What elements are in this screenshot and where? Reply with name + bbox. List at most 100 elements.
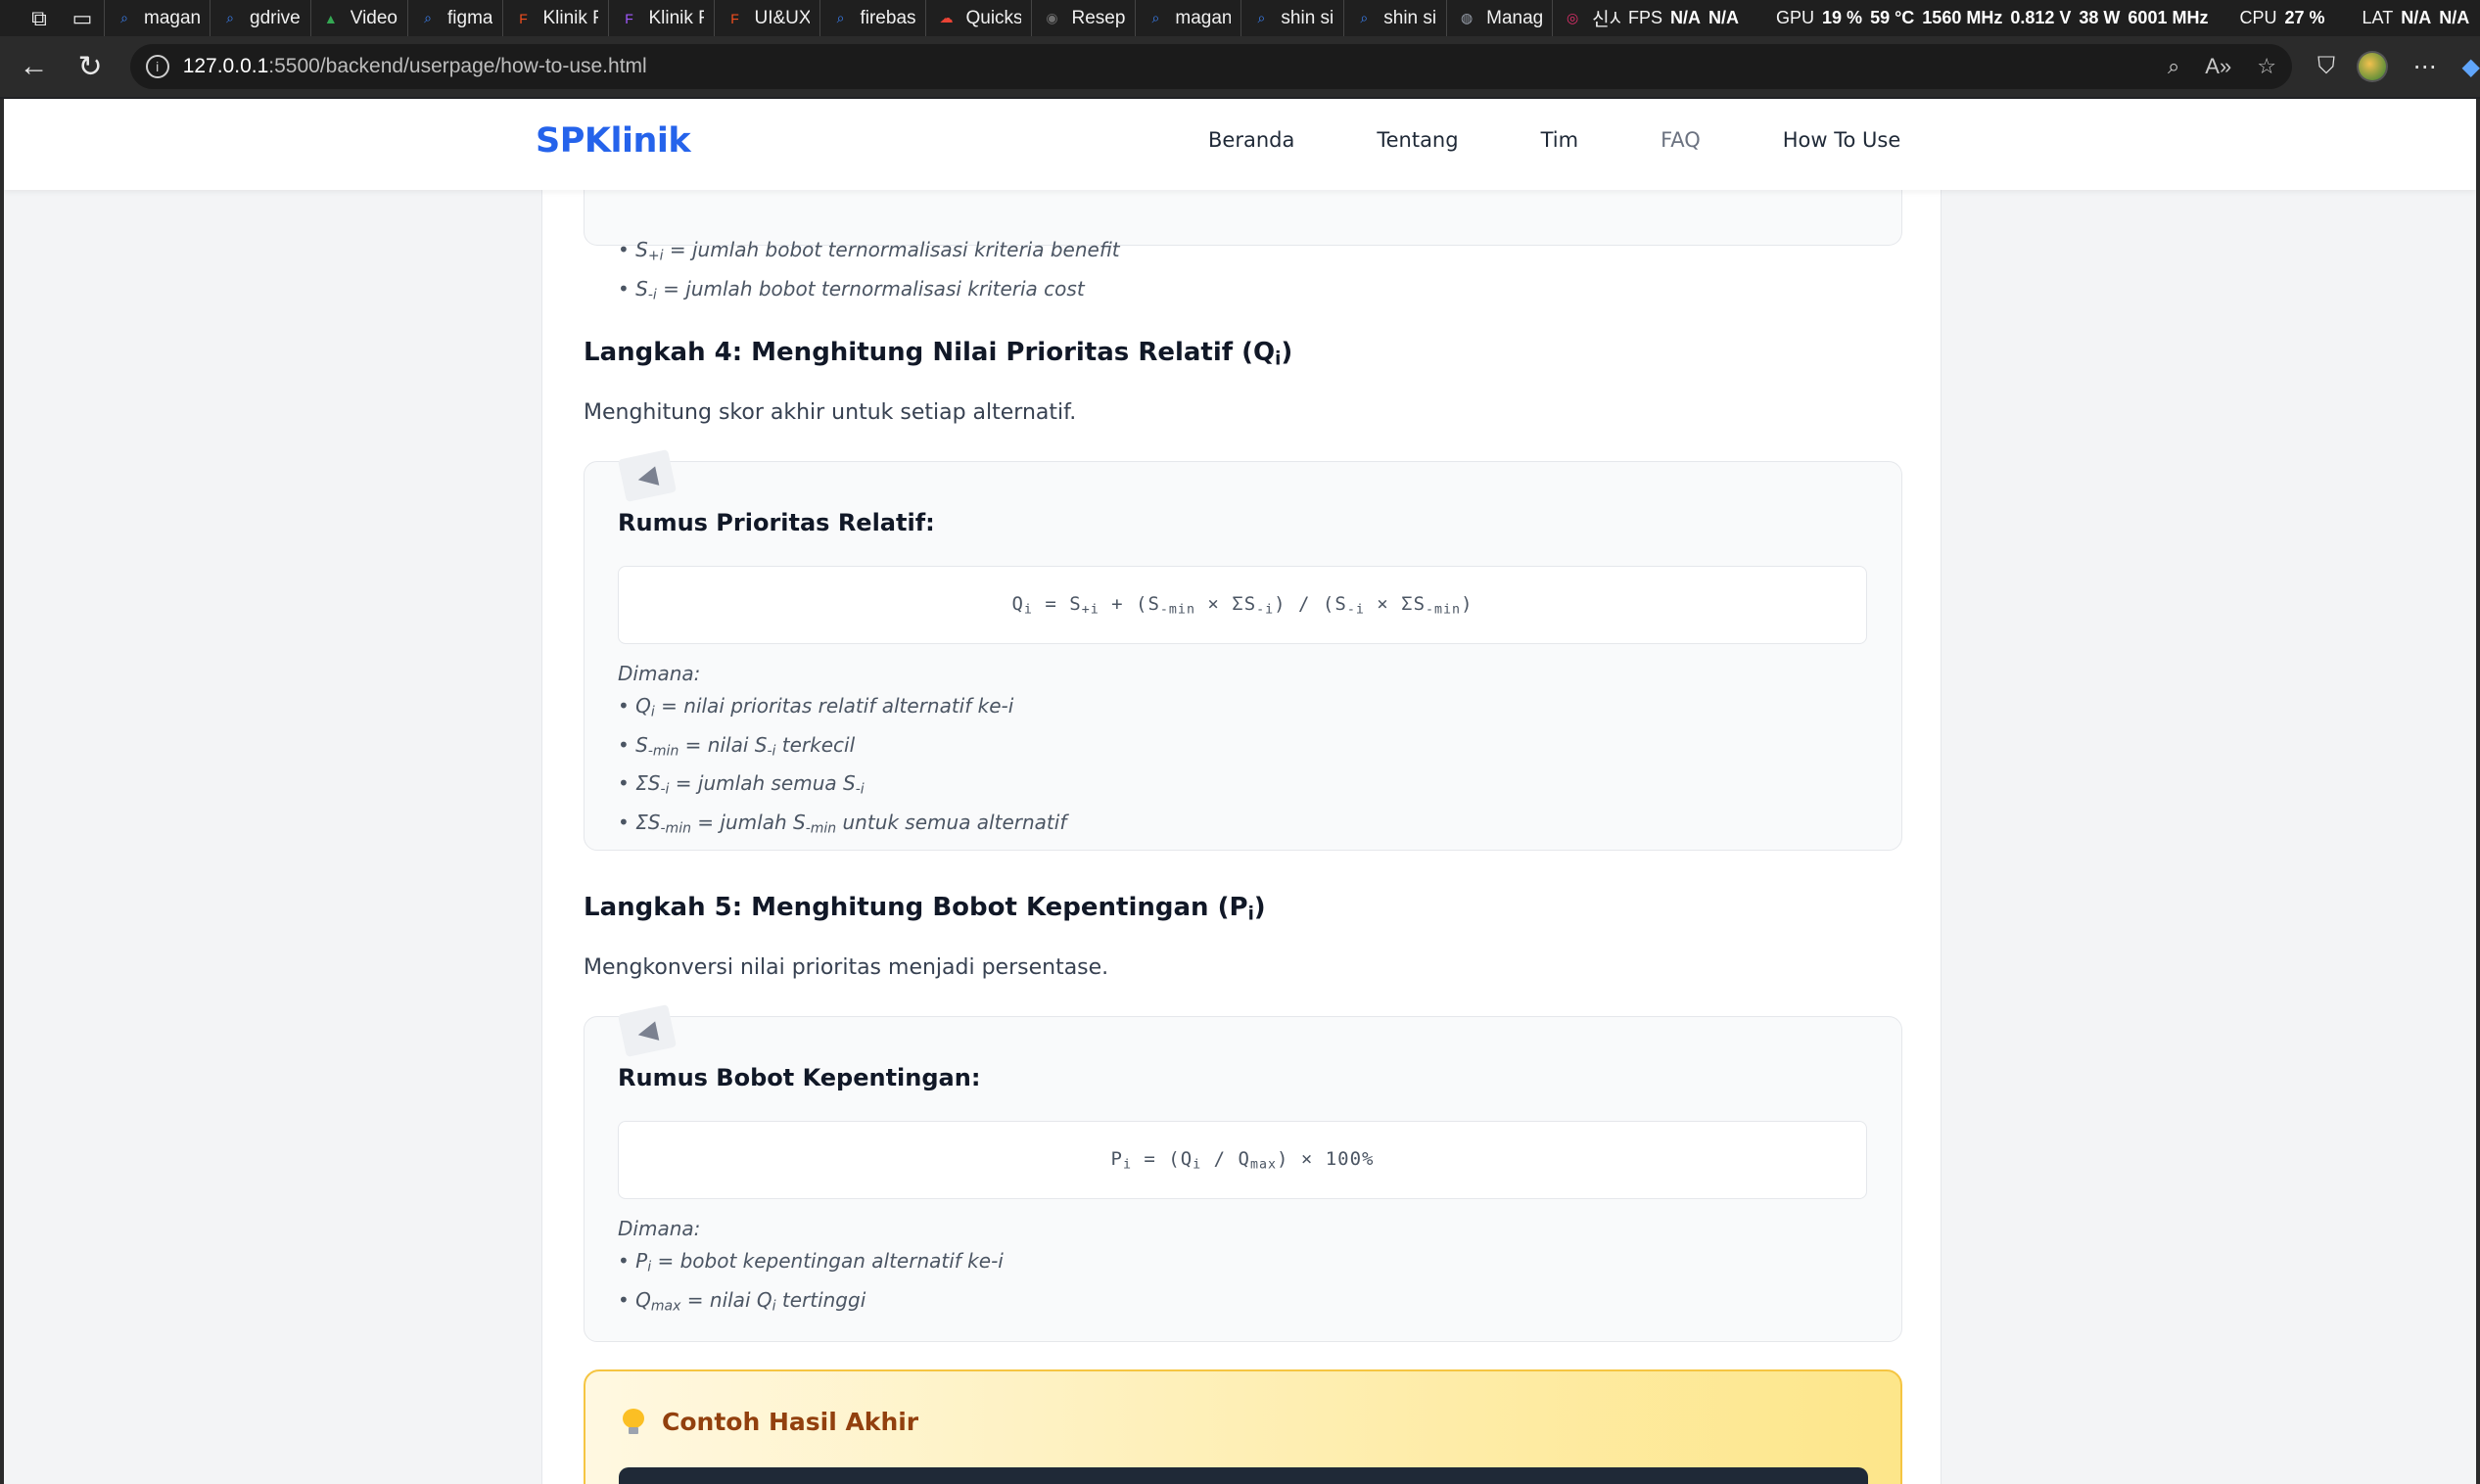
gpu-load: 19 % — [1822, 8, 1863, 27]
example-title-text: Contoh Hasil Akhir — [662, 1408, 919, 1436]
where-qi: • Qi = nilai prioritas relatif alternati… — [618, 694, 1014, 720]
step5-where-list: Dimana: • Pi = bobot kepentingan alterna… — [618, 1213, 1004, 1322]
reload-icon[interactable]: ↻ — [68, 44, 112, 89]
browser-tab[interactable]: F UI&UX — [714, 0, 819, 36]
fps-overlay: FPS N/A N/A GPU 19 % 59 °C 1560 MHz 0.81… — [1620, 0, 2478, 36]
lightbulb-icon — [623, 1408, 644, 1436]
figma-icon: F — [625, 10, 633, 26]
example-table-header — [619, 1467, 1868, 1484]
cpu-label: CPU — [2239, 8, 2277, 27]
workspaces-icon[interactable]: ⧉ — [18, 0, 61, 36]
profile-avatar[interactable] — [2356, 51, 2388, 82]
lat-value-2: N/A — [2439, 8, 2470, 27]
search-icon: ⌕ — [1257, 10, 1266, 25]
vertical-tabs-icon[interactable]: ▭ — [61, 0, 104, 36]
instagram-icon: ◎ — [1567, 10, 1579, 25]
window-border-right — [2476, 99, 2480, 1484]
browser-tab[interactable]: ⌕ shin si — [1240, 0, 1343, 36]
where-qmax: • Qmax = nilai Qi tertinggi — [618, 1287, 866, 1315]
figma-icon: F — [730, 10, 739, 26]
var-s-minus: • S-i = jumlah bobot ternormalisasi krit… — [618, 276, 1085, 303]
globe-icon: ◍ — [1461, 10, 1474, 25]
nav-faq[interactable]: FAQ — [1661, 128, 1701, 152]
cpu-load: 27 % — [2284, 8, 2325, 27]
back-icon[interactable]: ← — [12, 44, 56, 89]
browser-tab-label: Klinik F — [648, 7, 705, 28]
browser-tab[interactable]: ⌕ gdrive — [210, 0, 310, 36]
browser-tab-label: Klinik F — [542, 7, 599, 28]
browser-tab-label: magan — [144, 7, 200, 28]
github-icon: ◉ — [1046, 10, 1058, 25]
url-host: 127.0.0.1 — [182, 55, 269, 77]
copilot-icon[interactable]: ◆ — [2462, 53, 2480, 81]
search-icon: ⌕ — [1151, 10, 1160, 25]
search-icon: ⌕ — [226, 10, 234, 25]
formula-flag-icon: ◀ — [617, 449, 678, 502]
brand-logo[interactable]: SPKlinik — [536, 121, 691, 161]
search-icon: ⌕ — [836, 10, 845, 25]
gpu-voltage: 0.812 V — [2010, 8, 2072, 27]
fps-label: FPS — [1628, 8, 1663, 27]
step5-formula-card: ◀ Rumus Bobot Kepentingan: Pi = (Qi / Qm… — [584, 1004, 1902, 1342]
browser-tab[interactable]: ▲ Video — [309, 0, 407, 36]
favorite-star-icon[interactable]: ☆ — [2257, 54, 2276, 79]
step5-title: Langkah 5: Menghitung Bobot Kepentingan … — [584, 893, 1266, 925]
gpu-clock: 1560 MHz — [1922, 8, 2003, 27]
browser-tab-label: Video — [350, 7, 398, 28]
search-icon: ⌕ — [120, 10, 128, 25]
zoom-icon[interactable]: ⌕ — [2168, 54, 2179, 79]
page-viewport[interactable]: • S+i = jumlah bobot ternormalisasi krit… — [4, 99, 2476, 1484]
browser-tab[interactable]: ⌕ figma — [407, 0, 502, 36]
browser-tab-label: Manag — [1486, 7, 1543, 28]
more-options-icon[interactable]: ⋯ — [2413, 53, 2437, 81]
step4-where-list: Dimana: • Qi = nilai prioritas relatif a… — [618, 658, 1066, 845]
browser-tab[interactable]: ⌕ shin si — [1343, 0, 1446, 36]
browser-tab[interactable]: ⌕ magan — [1135, 0, 1240, 36]
where-smin: • S-min = nilai S-i terkecil — [618, 732, 856, 760]
gpu-power: 38 W — [2079, 8, 2121, 27]
browser-essentials-shield-icon[interactable]: ⛉ — [2317, 53, 2335, 80]
browser-tab[interactable]: ☁ Quicks — [925, 0, 1031, 36]
browser-tab[interactable]: ⌕ magan — [104, 0, 210, 36]
browser-tab-label: shin si — [1281, 7, 1334, 28]
browser-tab-label: magan — [1175, 7, 1232, 28]
main-nav: Beranda Tentang Tim FAQ How To Use — [1208, 128, 1900, 152]
browser-tab-label: gdrive — [250, 7, 301, 28]
gpu-label: GPU — [1776, 8, 1815, 27]
example-result-card: Contoh Hasil Akhir — [584, 1369, 1902, 1484]
gpu-temp: 59 °C — [1870, 8, 1915, 27]
browser-tab[interactable]: F Klinik F — [608, 0, 714, 36]
browser-tab-label: Resep — [1071, 7, 1126, 28]
url-path: :5500/backend/userpage/how-to-use.html — [268, 55, 647, 77]
nav-tentang[interactable]: Tentang — [1377, 128, 1458, 152]
browser-tab[interactable]: ◉ Resep — [1031, 0, 1135, 36]
example-title: Contoh Hasil Akhir — [623, 1408, 918, 1436]
lat-label: LAT — [2362, 8, 2394, 27]
read-aloud-icon[interactable]: A» — [2205, 54, 2231, 79]
step4-description: Menghitung skor akhir untuk setiap alter… — [584, 400, 1077, 425]
lat-value: N/A — [2401, 8, 2432, 27]
where-label: Dimana: — [618, 1217, 701, 1240]
browser-tab-label: figma — [447, 7, 493, 28]
where-sum-si: • ΣS-i = jumlah semua S-i — [618, 771, 865, 798]
site-header: SPKlinik Beranda Tentang Tim FAQ How To … — [4, 99, 2476, 190]
where-label: Dimana: — [618, 662, 701, 685]
browser-tab[interactable]: F Klinik F — [502, 0, 608, 36]
site-info-icon[interactable]: i — [145, 55, 169, 78]
nav-tim[interactable]: Tim — [1541, 128, 1578, 152]
fps-value-2: N/A — [1708, 8, 1740, 27]
browser-toolbar: ← ↻ i 127.0.0.1:5500/backend/userpage/ho… — [0, 36, 2480, 97]
drive-icon: ▲ — [323, 10, 338, 26]
where-sum-smin: • ΣS-min = jumlah S-min untuk semua alte… — [618, 810, 1067, 837]
cloud-icon: ☁ — [939, 10, 954, 25]
main-content: • S+i = jumlah bobot ternormalisasi krit… — [541, 99, 1942, 1484]
browser-tab[interactable]: ⌕ firebas — [819, 0, 925, 36]
browser-tab-label: Quicks — [965, 7, 1022, 28]
browser-tab[interactable]: ◍ Manag — [1446, 0, 1552, 36]
nav-how-to-use[interactable]: How To Use — [1783, 128, 1901, 152]
nav-beranda[interactable]: Beranda — [1208, 128, 1294, 152]
browser-tab-label: UI&UX — [754, 7, 811, 28]
address-bar[interactable]: i 127.0.0.1:5500/backend/userpage/how-to… — [129, 44, 2292, 89]
step5-description: Mengkonversi nilai prioritas menjadi per… — [584, 955, 1109, 980]
step4-title: Langkah 4: Menghitung Nilai Prioritas Re… — [584, 338, 1293, 370]
